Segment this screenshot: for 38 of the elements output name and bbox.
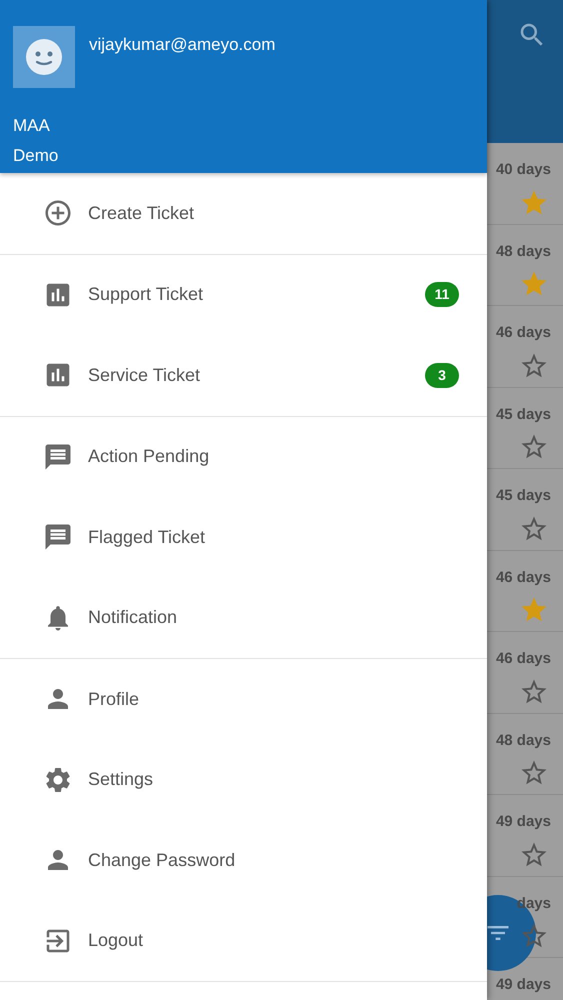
ticket-age: 46 days <box>496 568 551 588</box>
menu-item[interactable]: Action Pending <box>0 416 487 497</box>
menu-label: Create Ticket <box>88 202 194 225</box>
ticket-age: 49 days <box>496 812 551 832</box>
user-email: vijaykumar@ameyo.com <box>89 34 276 56</box>
menu-item[interactable]: Service Ticket 3 <box>0 335 487 416</box>
message-icon <box>43 442 73 472</box>
menu-item[interactable]: Change Password <box>0 820 487 900</box>
menu-label: Notification <box>88 606 178 630</box>
account-info: Demo <box>13 145 60 167</box>
menu-item[interactable]: Flagged Ticket <box>0 497 487 578</box>
ticket-age: 40 days <box>496 160 551 180</box>
menu-item[interactable]: Support Ticket 11 <box>0 254 487 335</box>
ticket-age: 48 days <box>496 730 551 750</box>
menu-item[interactable]: Profile <box>0 659 487 740</box>
ticket-age: 46 days <box>496 323 551 343</box>
ticket-age: 45 days <box>496 486 551 506</box>
count-badge: 11 <box>425 282 459 308</box>
menu-label: Service Ticket <box>88 364 200 387</box>
menu-item[interactable]: Create Ticket <box>0 173 487 254</box>
menu-label: Profile <box>88 688 140 711</box>
menu-item[interactable]: Settings <box>0 740 487 820</box>
ticket-age: 49 days <box>496 975 551 995</box>
ticket-age: 46 days <box>496 649 551 669</box>
menu-label: Support Ticket <box>88 283 204 306</box>
menu-label: Settings <box>88 768 154 792</box>
menu-label: Change Password <box>88 848 236 872</box>
menu-label: Logout <box>88 929 144 952</box>
ticket-age: 45 days <box>496 404 551 424</box>
menu-label: Action Pending <box>88 445 210 468</box>
account-info: MAA <box>13 115 51 137</box>
menu-item[interactable]: Notification <box>0 578 487 658</box>
menu-item[interactable]: Logout <box>0 900 487 981</box>
menu-label: Flagged Ticket <box>88 526 206 549</box>
ticket-age: 48 days <box>496 242 551 262</box>
count-badge: 3 <box>425 362 459 388</box>
message-icon <box>43 522 73 552</box>
smiley-icon <box>25 38 63 76</box>
